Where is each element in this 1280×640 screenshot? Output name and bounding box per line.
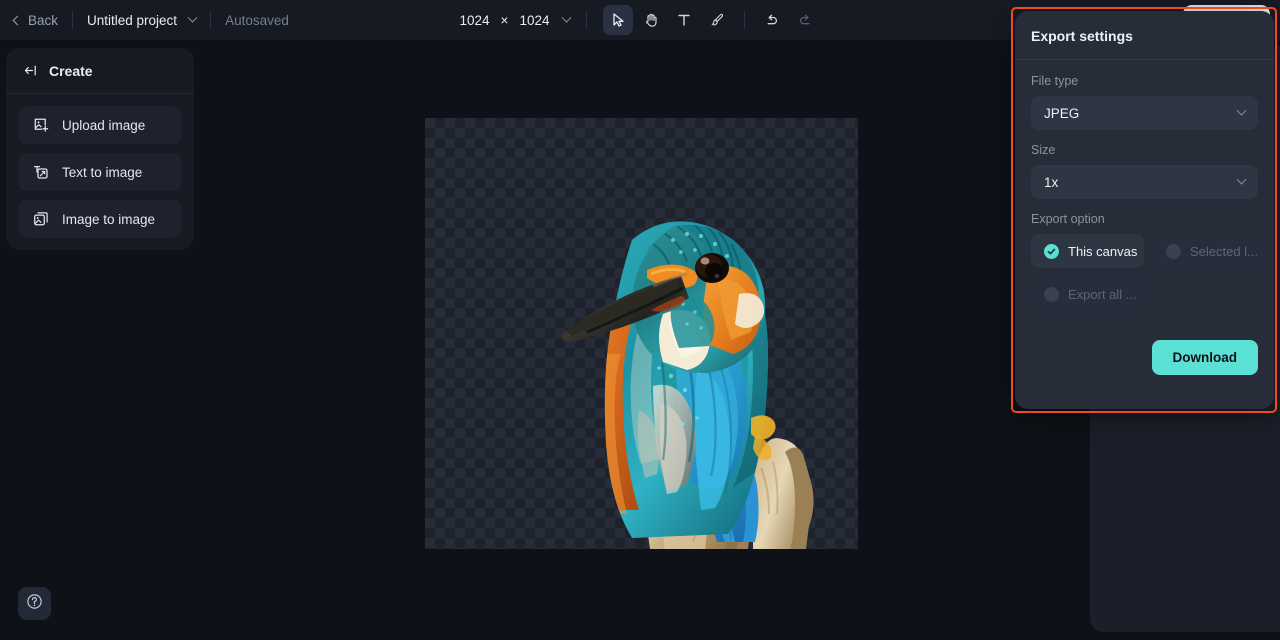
size-label: Size: [1031, 143, 1056, 157]
back-button-label: Back: [28, 12, 59, 28]
image-stack-icon: [32, 211, 49, 228]
export-settings-title: Export settings: [1031, 28, 1133, 44]
sidebar-item-label: Upload image: [62, 117, 146, 133]
divider: [72, 11, 74, 29]
radio-unchecked-icon: [1044, 286, 1059, 302]
image-plus-icon: [32, 117, 49, 134]
text-tool[interactable]: [669, 5, 699, 35]
radio-unchecked-icon: [1166, 243, 1181, 259]
app-root: Back Untitled project Autosaved 1024 × 1…: [0, 0, 1280, 640]
export-option-export-all[interactable]: Export all ...: [1031, 277, 1150, 311]
export-option-label: Export all ...: [1068, 286, 1137, 302]
divider: [744, 11, 746, 29]
redo-tool[interactable]: [790, 5, 820, 35]
radio-checked-icon: [1044, 243, 1059, 259]
question-mark-circle-icon: [26, 593, 43, 615]
bird-eye: [695, 253, 729, 283]
export-settings-popover: Export settings File type JPEG Size 1x E…: [1015, 11, 1274, 409]
sidebar-item-image-to-image[interactable]: Image to image: [18, 200, 182, 238]
collapse-left-icon[interactable]: [22, 62, 39, 79]
back-button[interactable]: Back: [12, 12, 59, 28]
file-type-select[interactable]: JPEG: [1031, 96, 1258, 130]
undo-tool[interactable]: [757, 5, 787, 35]
chevron-down-icon: [1236, 105, 1247, 116]
file-type-label: File type: [1031, 74, 1079, 88]
pan-tool[interactable]: [636, 5, 666, 35]
export-option-label: This canvas: [1068, 243, 1138, 259]
size-value: 1x: [1044, 174, 1059, 190]
chevron-down-icon: [562, 12, 572, 23]
sidebar-item-label: Image to image: [62, 211, 156, 227]
canvas-size-control[interactable]: 1024 × 1024: [459, 12, 572, 28]
canvas-height-value: 1024: [519, 12, 550, 28]
tool-group: [603, 5, 820, 35]
export-settings-body: File type JPEG Size 1x Export option Thi…: [1015, 60, 1274, 311]
export-option-selected-layers[interactable]: Selected l...: [1153, 234, 1266, 268]
canvas-artwork-kingfisher: [561, 221, 814, 549]
project-name[interactable]: Untitled project: [87, 13, 177, 28]
download-button-wrapper: Download: [1015, 320, 1274, 375]
brush-tool[interactable]: [702, 5, 732, 35]
divider: [586, 11, 588, 29]
text-to-image-icon: [32, 164, 49, 181]
size-select[interactable]: 1x: [1031, 165, 1258, 199]
topbar-left-group: Back Untitled project Autosaved: [0, 0, 289, 40]
chevron-down-icon: [1236, 174, 1247, 185]
sidebar-item-upload-image[interactable]: Upload image: [18, 106, 182, 144]
file-type-value: JPEG: [1044, 105, 1080, 121]
export-option-this-canvas[interactable]: This canvas: [1031, 234, 1144, 268]
sidebar-item-list: Upload image Text to image Image to imag…: [6, 94, 194, 238]
project-menu-button[interactable]: [187, 12, 198, 24]
download-button[interactable]: Download: [1151, 340, 1258, 375]
autosaved-status: Autosaved: [225, 12, 289, 28]
export-option-label: Selected l...: [1190, 243, 1258, 259]
canvas-size-separator: ×: [500, 12, 509, 28]
chevron-left-icon: [12, 15, 23, 25]
sidebar-title: Create: [49, 62, 93, 79]
sidebar-header: Create: [6, 48, 194, 94]
help-button[interactable]: [18, 587, 51, 620]
sidebar-item-label: Text to image: [62, 164, 143, 180]
select-tool[interactable]: [603, 5, 634, 35]
export-option-row-1: This canvas Selected l...: [1031, 234, 1266, 268]
canvas-artboard[interactable]: [425, 118, 858, 549]
export-option-label: Export option: [1031, 212, 1105, 226]
create-sidebar: Create Upload image Text to image Image …: [6, 48, 194, 250]
sidebar-item-text-to-image[interactable]: Text to image: [18, 153, 182, 191]
canvas-width-value: 1024: [459, 12, 490, 28]
chevron-down-icon: [187, 12, 198, 23]
divider: [210, 11, 212, 29]
export-option-row-2: Export all ...: [1031, 277, 1258, 311]
